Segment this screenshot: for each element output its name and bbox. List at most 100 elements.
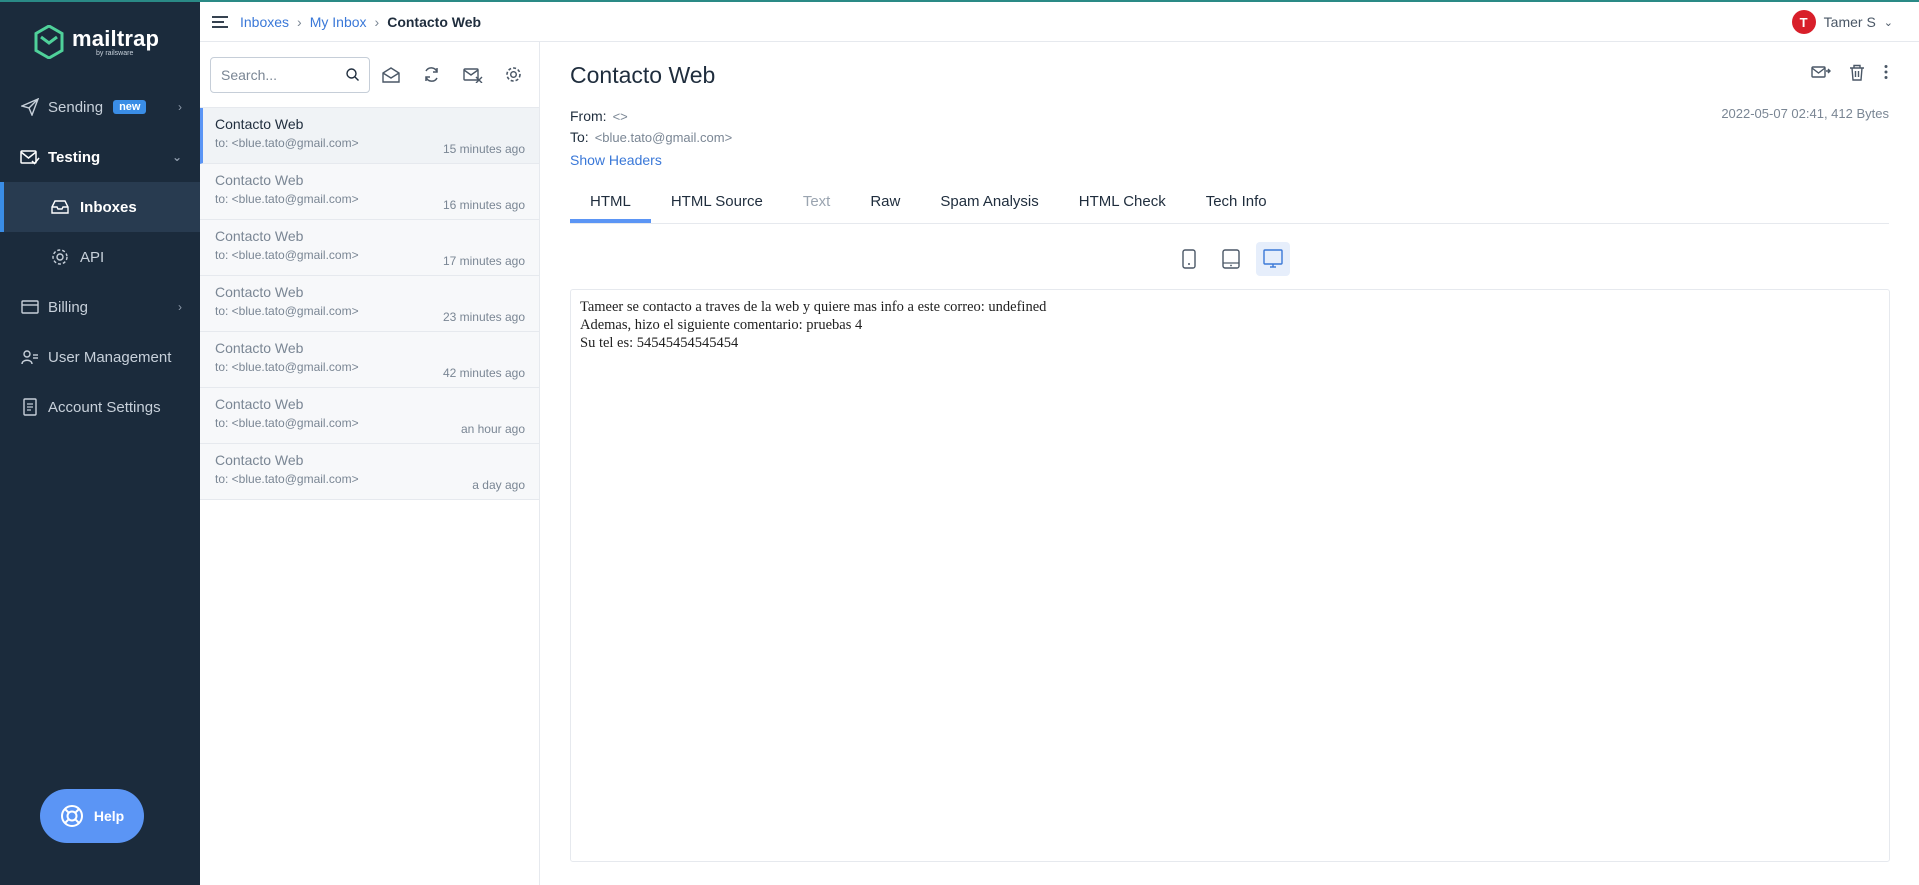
sidebar-item-user-management[interactable]: User Management <box>0 332 200 382</box>
tab-html-check[interactable]: HTML Check <box>1059 182 1186 223</box>
refresh-button[interactable] <box>411 66 452 83</box>
message-subject: Contacto Web <box>215 396 304 412</box>
sidebar-item-sending[interactable]: Sending new › <box>0 82 200 132</box>
message-time: 15 minutes ago <box>442 142 525 156</box>
document-icon <box>20 397 40 417</box>
clear-inbox-button[interactable] <box>452 67 493 83</box>
to-value: <blue.tato@gmail.com> <box>594 130 733 145</box>
chevron-down-icon: ⌄ <box>1883 16 1893 29</box>
device-preview-toggle <box>1172 242 1290 276</box>
lifebuoy-icon <box>60 805 83 827</box>
mark-read-button[interactable] <box>370 66 411 83</box>
html-preview: Tameer se contacto a traves de la web y … <box>570 289 1890 862</box>
list-item[interactable]: Contacto Web to: <blue.tato@gmail.com> 2… <box>200 276 539 332</box>
brand-name: mailtrap <box>72 25 160 51</box>
breadcrumb-separator: › <box>297 13 302 30</box>
search-icon <box>346 68 359 81</box>
inbox-icon <box>50 197 70 217</box>
sidebar: mailtrap by railsware Sending new › Test… <box>0 0 200 885</box>
from-value: <> <box>612 109 628 124</box>
breadcrumb-my-inbox[interactable]: My Inbox <box>310 14 367 30</box>
search-input[interactable]: Search... <box>210 56 370 93</box>
sidebar-item-api[interactable]: API <box>0 232 200 282</box>
inbox-settings-button[interactable] <box>493 66 534 83</box>
gear-icon <box>50 247 70 267</box>
message-subject: Contacto Web <box>215 452 304 468</box>
tab-html[interactable]: HTML <box>570 182 651 223</box>
breadcrumb-current: Contacto Web <box>387 13 482 30</box>
list-item[interactable]: Contacto Web to: <blue.tato@gmail.com> a… <box>200 388 539 444</box>
tab-text[interactable]: Text <box>783 182 851 223</box>
gear-icon <box>506 67 521 82</box>
list-item[interactable]: Contacto Web to: <blue.tato@gmail.com> 4… <box>200 332 539 388</box>
sidebar-item-inboxes[interactable]: Inboxes <box>0 182 200 232</box>
sidebar-item-testing[interactable]: Testing ⌄ <box>0 132 200 182</box>
tab-spam-analysis[interactable]: Spam Analysis <box>920 182 1058 223</box>
list-item[interactable]: Contacto Web to: <blue.tato@gmail.com> 1… <box>200 220 539 276</box>
send-icon <box>20 97 40 117</box>
avatar: T <box>1791 10 1816 34</box>
more-button[interactable] <box>1883 64 1889 86</box>
tablet-view-button[interactable] <box>1214 242 1248 276</box>
testing-envelope-icon <box>20 147 40 167</box>
user-menu[interactable]: T Tamer S ⌄ <box>1791 10 1893 34</box>
show-headers-link[interactable]: Show Headers <box>570 152 662 168</box>
message-subject: Contacto Web <box>215 116 304 132</box>
message-time: a day ago <box>472 478 525 492</box>
message-time: 23 minutes ago <box>442 310 525 324</box>
forward-button[interactable] <box>1811 64 1831 86</box>
message-meta: From: <> To: <blue.tato@gmail.com> <box>570 106 732 148</box>
from-label: From: <box>570 108 607 124</box>
open-envelope-icon <box>381 66 400 83</box>
chevron-down-icon: ⌄ <box>171 150 182 164</box>
breadcrumb-inboxes[interactable]: Inboxes <box>240 14 289 30</box>
list-toolbar: Search... <box>200 42 539 108</box>
menu-toggle[interactable] <box>200 15 240 29</box>
desktop-view-button[interactable] <box>1256 242 1290 276</box>
mailtrap-logo-icon <box>34 25 64 59</box>
message-view: Contacto Web From: <> To: <blue.tato@gmail… <box>540 42 1919 885</box>
message-time: an hour ago <box>460 422 525 436</box>
to-label: To: <box>570 129 589 145</box>
monitor-icon <box>1263 249 1283 268</box>
help-button[interactable]: Help <box>40 789 144 843</box>
sidebar-item-label: User Management <box>48 348 172 366</box>
user-name: Tamer S <box>1823 14 1876 30</box>
body-line: Ademas, hizo el siguiente comentario: pr… <box>580 317 863 333</box>
logo[interactable]: mailtrap by railsware <box>0 2 200 82</box>
clear-mail-icon <box>462 67 482 83</box>
mobile-view-button[interactable] <box>1172 242 1206 276</box>
sidebar-item-billing[interactable]: Billing › <box>0 282 200 332</box>
forward-mail-icon <box>1811 66 1831 78</box>
message-time: 16 minutes ago <box>442 198 525 212</box>
list-item[interactable]: Contacto Web to: <blue.tato@gmail.com> 1… <box>200 108 539 164</box>
sidebar-item-label: API <box>80 248 105 266</box>
more-vertical-icon <box>1884 65 1888 79</box>
delete-button[interactable] <box>1849 64 1865 86</box>
sidebar-item-label: Sending <box>48 98 104 116</box>
sidebar-item-account-settings[interactable]: Account Settings <box>0 382 200 432</box>
list-item[interactable]: Contacto Web to: <blue.tato@gmail.com> a… <box>200 444 539 500</box>
topbar: Inboxes › My Inbox › Contacto Web T Tame… <box>200 0 1919 42</box>
list-item[interactable]: Contacto Web to: <blue.tato@gmail.com> 1… <box>200 164 539 220</box>
tab-html-source[interactable]: HTML Source <box>651 182 783 223</box>
phone-icon <box>1182 249 1196 269</box>
chevron-right-icon: › <box>178 300 182 314</box>
search-placeholder: Search... <box>221 66 278 83</box>
chevron-right-icon: › <box>178 100 182 114</box>
users-icon <box>20 347 40 367</box>
message-time: 17 minutes ago <box>442 254 525 268</box>
sidebar-item-label: Testing <box>48 148 101 166</box>
trash-icon <box>1850 64 1864 81</box>
message-time: 42 minutes ago <box>442 366 525 380</box>
message-list-panel: Search... Contacto Web to: <blue.tato@gm… <box>200 42 540 885</box>
tab-tech-info[interactable]: Tech Info <box>1186 182 1287 223</box>
body-line: Su tel es: 54545454545454 <box>580 335 739 351</box>
breadcrumb-separator: › <box>374 13 380 30</box>
hamburger-icon <box>212 15 228 28</box>
tab-raw[interactable]: Raw <box>850 182 920 223</box>
brand-byline: by railsware <box>96 49 134 57</box>
message-date-size: 2022-05-07 02:41, 412 Bytes <box>1721 106 1889 121</box>
message-subject: Contacto Web <box>215 284 304 300</box>
credit-card-icon <box>20 297 40 317</box>
